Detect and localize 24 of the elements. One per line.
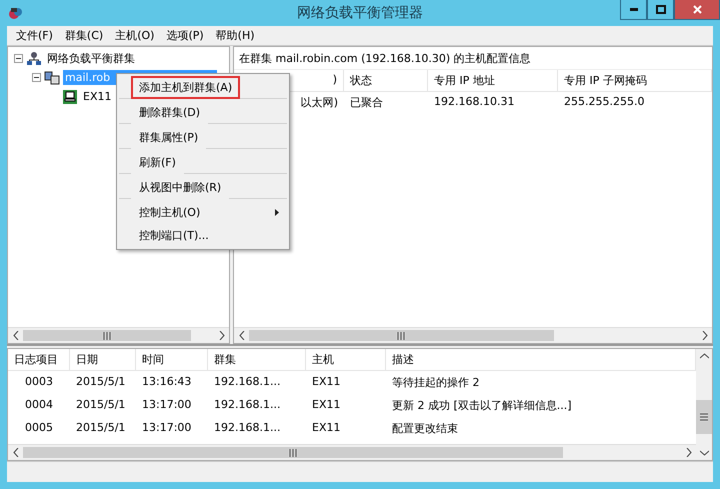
table-cell-text: 13:16:43	[141, 374, 192, 390]
table-cell-text: EX11	[311, 374, 342, 390]
table-cell-text: 配置更改结束	[391, 421, 459, 437]
table-cell-text: 2015/5/1	[75, 420, 126, 436]
table-cell-text: 2015/5/1	[75, 397, 126, 413]
window-title: 网络负载平衡管理器	[297, 4, 423, 22]
table-cell-text: 更新 2 成功 [双击以了解详细信息...]	[391, 398, 573, 414]
table-cell-text: 13:17:00	[141, 420, 192, 436]
table-cell-text: 已聚合	[349, 95, 384, 111]
table-cell-text: 等待挂起的操作 2	[391, 375, 480, 391]
table-cell-text: 13:17:00	[141, 397, 192, 413]
table-cell-text: 0004	[24, 397, 54, 413]
table-cell-text: 以太网)	[300, 95, 339, 111]
table-cell-text: EX11	[311, 420, 342, 436]
table-cell-text: 0005	[24, 420, 54, 436]
table-cell-text: 2015/5/1	[75, 374, 126, 390]
table-cell-text: 192.168.1...	[213, 374, 282, 390]
table-cell-text: 192.168.10.31	[433, 94, 516, 110]
table-cell-text: 255.255.255.0	[563, 94, 646, 110]
details-heading: 在群集 mail.robin.com (192.168.10.30) 的主机配置信息	[234, 47, 712, 70]
table-cell-text: 192.168.1...	[213, 420, 282, 436]
table-cell-text: 0003	[24, 374, 54, 390]
table-cell-text: EX11	[311, 397, 342, 413]
table-cell-text: 192.168.1...	[213, 397, 282, 413]
